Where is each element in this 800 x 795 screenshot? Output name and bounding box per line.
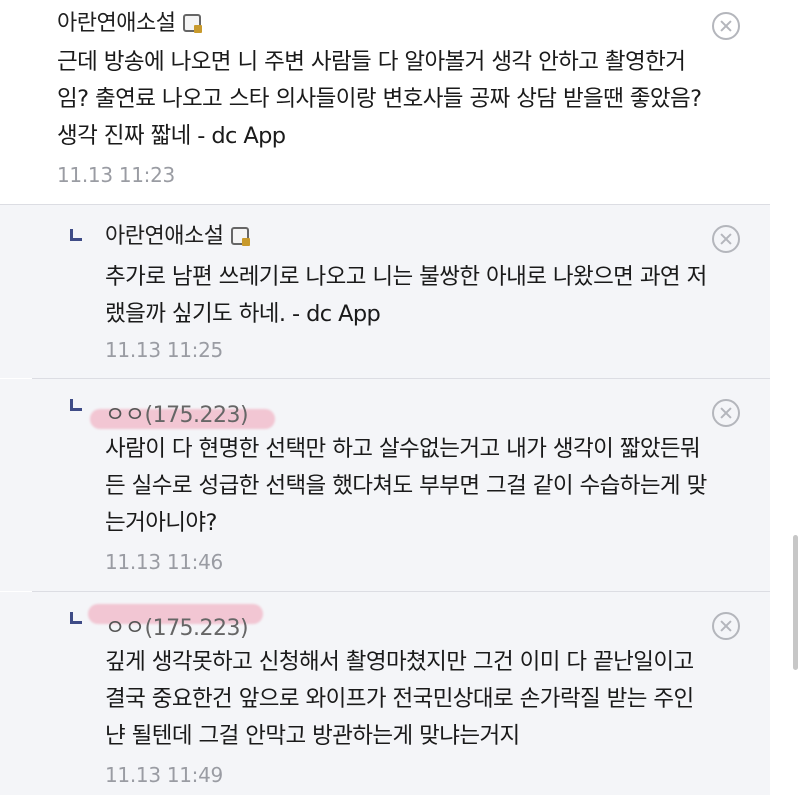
delete-icon[interactable]	[712, 612, 740, 640]
reply-arrow-icon	[70, 229, 82, 241]
comment-nickname[interactable]: 아란연애소설	[105, 218, 251, 250]
comment-timestamp: 11.13 11:49	[105, 763, 223, 787]
comment-nickname[interactable]: ㅇㅇ(175.223)	[105, 397, 249, 429]
reply-arrow-icon	[70, 612, 82, 624]
comment-timestamp: 11.13 11:23	[57, 163, 175, 187]
comment-text: 추가로 남편 쓰레기로 나오고 니는 불쌍한 아내로 나왔으면 과연 저 랬을까…	[105, 264, 707, 327]
fixed-nick-badge-icon	[231, 227, 251, 246]
ip-address: (175.223)	[144, 403, 249, 428]
comment-timestamp: 11.13 11:46	[105, 550, 223, 574]
reply-item: ㅇㅇ(175.223) 사람이 다 현명한 선택만 하고 살수없는거고 내가 생…	[0, 379, 770, 591]
comment-timestamp: 11.13 11:25	[105, 338, 223, 362]
scrollbar[interactable]	[793, 535, 798, 670]
fixed-nick-badge-icon	[183, 14, 203, 33]
reply-item: 아란연애소설 추가로 남편 쓰레기로 나오고 니는 불쌍한 아내로 나왔으면 과…	[0, 205, 770, 378]
comment-text: 사람이 다 현명한 선택만 하고 살수없는거고 내가 생각이 짧았든뭐 든 실수…	[105, 436, 707, 536]
delete-icon[interactable]	[712, 399, 740, 427]
ip-address: (175.223)	[144, 616, 249, 641]
comment-text: 근데 방송에 나오면 니 주변 사람들 다 알아볼거 생각 안하고 촬영한거 임…	[57, 49, 702, 149]
delete-icon[interactable]	[712, 225, 740, 253]
comment-text: 깊게 생각못하고 신청해서 촬영마쳤지만 그건 이미 다 끝난일이고 결국 중요…	[105, 649, 694, 749]
comment-item: 아란연애소설 근데 방송에 나오면 니 주변 사람들 다 알아볼거 생각 안하고…	[0, 0, 770, 204]
reply-item: ㅇㅇ(175.223) 깊게 생각못하고 신청해서 촬영마쳤지만 그건 이미 다…	[0, 592, 770, 795]
delete-icon[interactable]	[712, 12, 740, 40]
comment-nickname[interactable]: 아란연애소설	[57, 5, 203, 37]
reply-arrow-icon	[70, 399, 82, 411]
comment-nickname[interactable]: ㅇㅇ(175.223)	[105, 610, 249, 642]
